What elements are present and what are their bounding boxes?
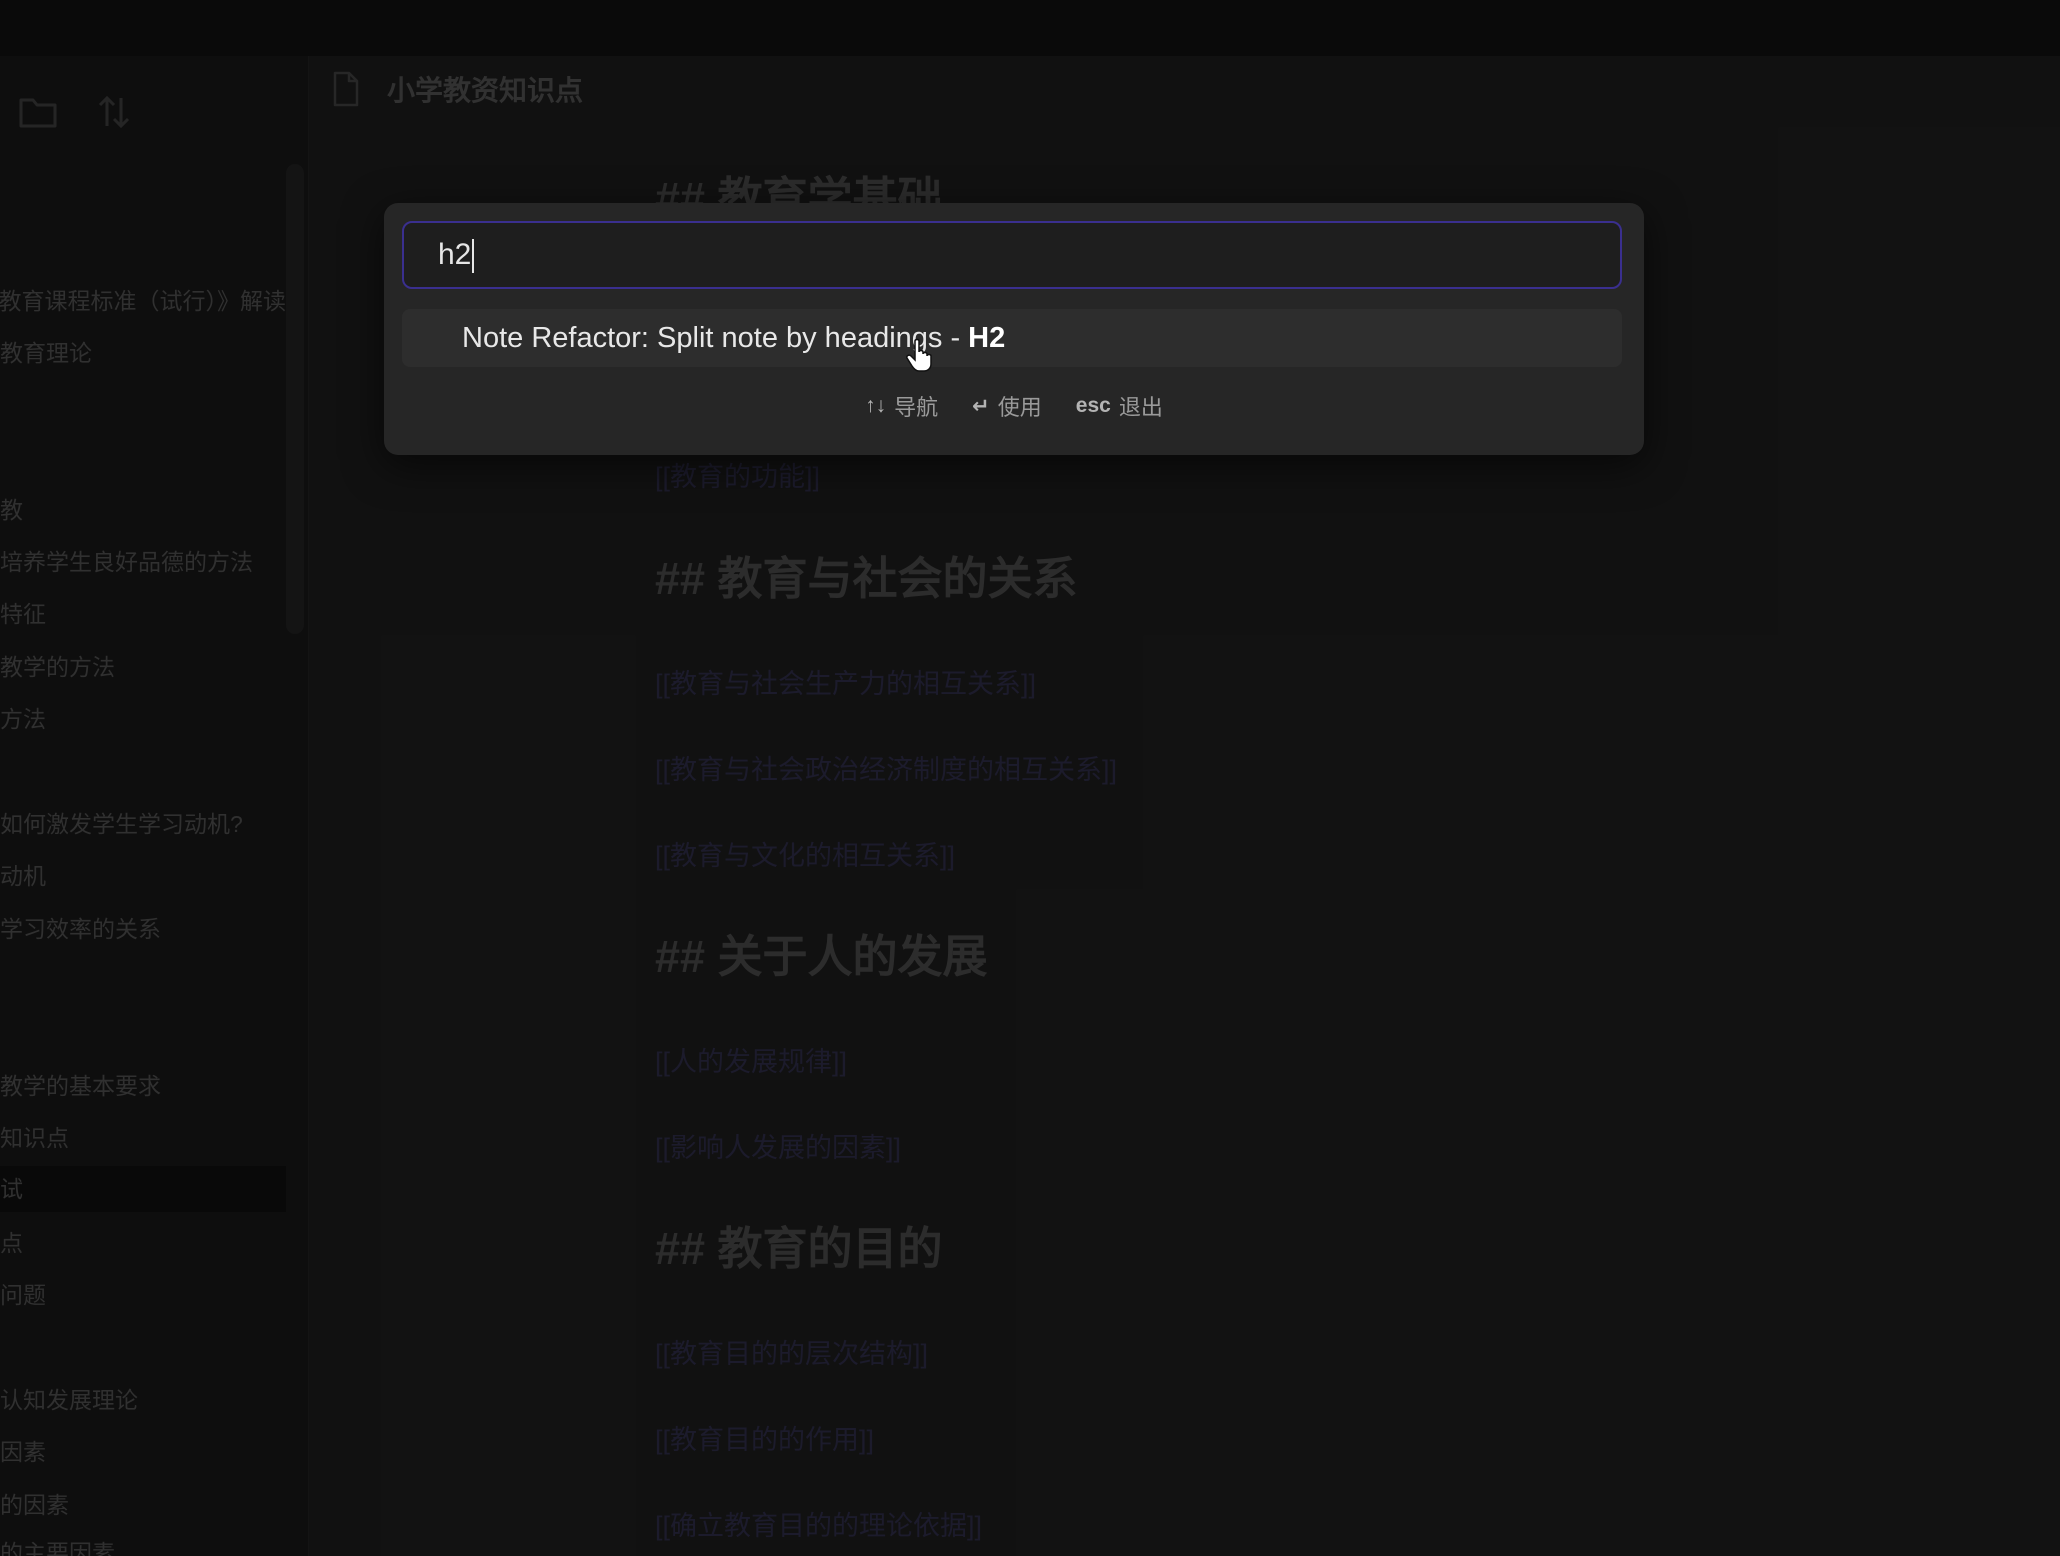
text-caret — [472, 239, 475, 274]
command-suggestion-item[interactable]: Note Refactor: Split note by headings - … — [402, 309, 1622, 367]
command-search-input[interactable]: h2 — [402, 221, 1622, 289]
hint-escape: esc 退出 — [1076, 390, 1163, 422]
enter-key-icon: ↵ — [972, 394, 990, 418]
app-window: 《义务教育课程标准（试行）》解读 教育理论 教 培养学生良好品德的方法 特征 教… — [0, 0, 2060, 1556]
hint-label: 导航 — [894, 395, 939, 420]
hint-label: 使用 — [997, 395, 1042, 420]
command-query-text: h2 — [438, 238, 472, 271]
hint-use: ↵ 使用 — [972, 390, 1042, 422]
command-palette: h2 Note Refactor: Split note by headings… — [384, 203, 1644, 455]
suggestion-match-highlight: H2 — [968, 322, 1006, 354]
palette-instructions: ↑↓ 导航 ↵ 使用 esc 退出 — [384, 381, 1644, 431]
hint-navigate: ↑↓ 导航 — [865, 390, 938, 422]
hint-label: 退出 — [1118, 395, 1163, 420]
suggestion-text: Note Refactor: Split note by headings - — [462, 322, 969, 354]
hand-pointer-icon — [906, 338, 934, 372]
arrow-keys-icon: ↑↓ — [865, 394, 887, 417]
esc-key-label: esc — [1075, 394, 1111, 417]
